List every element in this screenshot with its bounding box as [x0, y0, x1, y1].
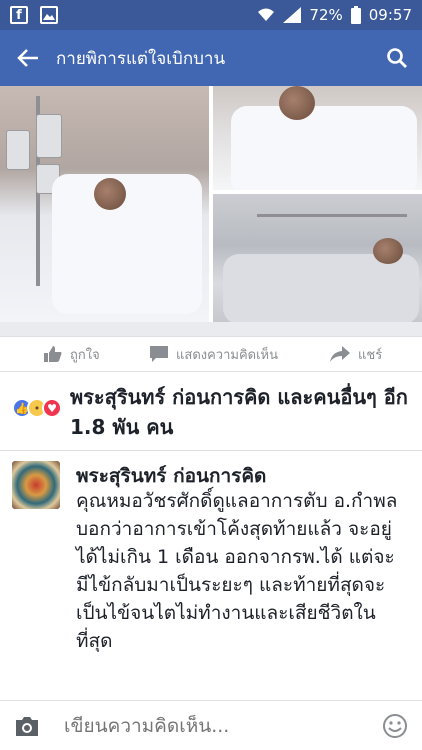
comment-button[interactable]: แสดงความคิดเห็น: [150, 344, 278, 365]
search-button[interactable]: [372, 30, 422, 86]
comment-label: แสดงความคิดเห็น: [176, 347, 279, 363]
clock: 09:57: [368, 6, 412, 24]
search-icon: [387, 48, 407, 68]
battery-percent: 72%: [309, 6, 343, 24]
love-reaction-icon: ♥: [42, 398, 62, 418]
post-actions: ถูกใจ แสดงความคิดเห็น แชร์: [0, 336, 422, 372]
battery-icon: [350, 6, 361, 24]
app-bar: กายพิการแต่ใจเบิกบาน: [0, 30, 422, 86]
thumbs-up-icon: [44, 346, 62, 362]
share-label: แชร์: [358, 347, 383, 363]
reaction-icons: 👍 • ♥: [12, 398, 62, 418]
camera-icon: [16, 716, 38, 736]
comment-composer: [0, 700, 422, 750]
facebook-icon: f: [10, 6, 28, 24]
signal-icon: [283, 7, 302, 23]
back-arrow-icon: [17, 49, 38, 67]
page-title: กายพิการแต่ใจเบิกบาน: [56, 48, 226, 69]
reactions-text: พระสุรินทร์ ก่อนการคิด และคนอื่นๆ อีก 1.…: [70, 385, 408, 439]
photo-main[interactable]: [0, 86, 209, 322]
status-bar: f 72% 09:57: [0, 0, 422, 30]
back-button[interactable]: [0, 30, 56, 86]
comment-body: คุณหมอวัชรศักดิ์ดูแลอาการตับ อ.กำพล บอกว…: [76, 490, 398, 652]
comment-input[interactable]: [64, 714, 364, 737]
like-label: ถูกใจ: [70, 347, 100, 363]
camera-button[interactable]: [12, 714, 42, 738]
emoji-icon[interactable]: [382, 713, 408, 739]
comment-icon: [150, 346, 168, 362]
photo-icon: [40, 6, 58, 24]
like-button[interactable]: ถูกใจ: [44, 344, 100, 365]
avatar[interactable]: [12, 461, 60, 509]
comment-item: พระสุรินทร์ ก่อนการคิด คุณหมอวัชรศักดิ์ด…: [0, 450, 422, 700]
photo-grid: [0, 86, 422, 322]
wifi-icon: [258, 8, 275, 21]
reactions-summary[interactable]: 👍 • ♥ พระสุรินทร์ ก่อนการคิด และคนอื่นๆ …: [0, 372, 422, 450]
share-button[interactable]: แชร์: [330, 344, 382, 365]
photo-top-right[interactable]: [213, 86, 422, 190]
photo-bottom-right[interactable]: [213, 194, 422, 322]
share-icon: [330, 346, 350, 362]
